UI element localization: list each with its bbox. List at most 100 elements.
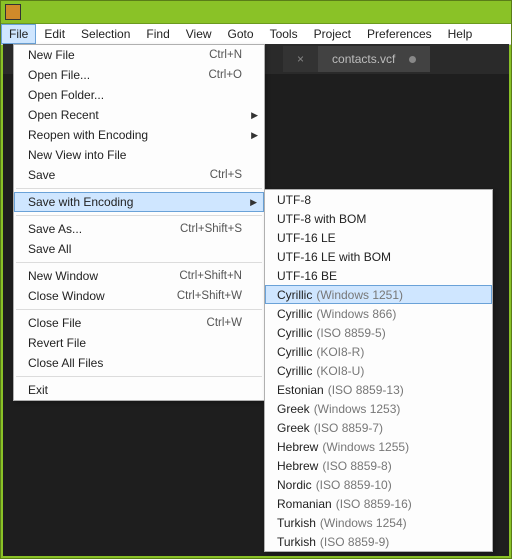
close-icon[interactable]: ×: [297, 52, 304, 66]
menu-item-label: Exit: [28, 383, 48, 397]
encoding-menu-item[interactable]: UTF-8: [265, 190, 492, 209]
encoding-menu-item[interactable]: UTF-8 with BOM: [265, 209, 492, 228]
encoding-dropdown: UTF-8 UTF-8 with BOM UTF-16 LE UTF-16 LE wi…: [264, 189, 493, 552]
file-menu-item[interactable]: SaveCtrl+S: [14, 165, 264, 185]
encoding-label: UTF-16 BE: [277, 269, 337, 283]
app-window: FileEditSelectionFindViewGotoToolsProjec…: [0, 0, 512, 559]
menu-item-label: Open Folder...: [28, 88, 104, 102]
file-menu-item[interactable]: New File Ctrl+N: [14, 45, 264, 65]
menu-view[interactable]: View: [178, 24, 220, 44]
menu-item-label: New File: [28, 48, 75, 62]
encoding-menu-item[interactable]: Cyrillic(ISO 8859-5): [265, 323, 492, 342]
file-menu-item[interactable]: Close Window Ctrl+Shift+W: [14, 286, 264, 306]
encoding-detail: (ISO 8859-5): [316, 326, 385, 340]
encoding-menu-item[interactable]: Estonian(ISO 8859-13): [265, 380, 492, 399]
menu-item-label: Open File...: [28, 68, 90, 82]
encoding-detail: (ISO 8859-16): [336, 497, 412, 511]
menu-item-shortcut: Ctrl+Shift+W: [177, 290, 242, 302]
encoding-label: Cyrillic: [277, 288, 312, 302]
encoding-detail: (Windows 1251): [316, 288, 403, 302]
menu-separator: [16, 376, 262, 377]
encoding-menu-item[interactable]: Cyrillic (Windows 1251): [265, 285, 492, 304]
menu-help[interactable]: Help: [440, 24, 481, 44]
file-menu-item[interactable]: Exit: [14, 380, 264, 400]
encoding-menu-item[interactable]: UTF-16 LE with BOM: [265, 247, 492, 266]
menu-item-label: New Window: [28, 269, 98, 283]
encoding-detail: (Windows 1253): [314, 402, 401, 416]
file-menu-item[interactable]: Close All Files: [14, 353, 264, 373]
menu-find[interactable]: Find: [138, 24, 177, 44]
tab-label: contacts.vcf: [332, 52, 395, 66]
file-menu-item[interactable]: Save As... Ctrl+Shift+S: [14, 219, 264, 239]
menu-item-label: Close Window: [28, 289, 105, 303]
encoding-label: UTF-16 LE: [277, 231, 336, 245]
app-icon: [5, 4, 21, 20]
menu-tools[interactable]: Tools: [262, 24, 306, 44]
encoding-detail: (Windows 1254): [320, 516, 407, 530]
encoding-menu-item[interactable]: UTF-16 BE: [265, 266, 492, 285]
tab-hidden[interactable]: ×: [283, 46, 318, 72]
encoding-menu-item[interactable]: Nordic (ISO 8859-10): [265, 475, 492, 494]
menu-item-shortcut: Ctrl+Shift+S: [180, 223, 242, 235]
menu-item-shortcut: Ctrl+N: [209, 49, 242, 61]
file-menu-item[interactable]: Save All: [14, 239, 264, 259]
menu-preferences[interactable]: Preferences: [359, 24, 440, 44]
encoding-label: Cyrillic: [277, 364, 312, 378]
encoding-label: Cyrillic: [277, 345, 312, 359]
encoding-label: Turkish: [277, 516, 316, 530]
encoding-label: Greek: [277, 402, 310, 416]
encoding-label: Romanian: [277, 497, 332, 511]
encoding-detail: (ISO 8859-9): [320, 535, 389, 549]
encoding-menu-item[interactable]: Turkish (Windows 1254): [265, 513, 492, 532]
tab-contacts[interactable]: contacts.vcf: [318, 46, 430, 72]
file-menu-item[interactable]: Save with Encoding▶: [14, 192, 264, 212]
encoding-label: Cyrillic: [277, 307, 312, 321]
menu-goto[interactable]: Goto: [220, 24, 262, 44]
menu-item-label: Save As...: [28, 222, 82, 236]
menu-item-label: Revert File: [28, 336, 86, 350]
encoding-label: Turkish: [277, 535, 316, 549]
encoding-label: UTF-16 LE with BOM: [277, 250, 391, 264]
menu-separator: [16, 188, 262, 189]
encoding-detail: (ISO 8859-10): [316, 478, 392, 492]
file-menu-item[interactable]: Reopen with Encoding▶: [14, 125, 264, 145]
encoding-label: Hebrew: [277, 459, 318, 473]
encoding-label: Nordic: [277, 478, 312, 492]
file-menu-item[interactable]: Open Folder...: [14, 85, 264, 105]
file-menu-item[interactable]: Close FileCtrl+W: [14, 313, 264, 333]
file-menu-item[interactable]: Open Recent▶: [14, 105, 264, 125]
encoding-menu-item[interactable]: Turkish (ISO 8859-9): [265, 532, 492, 551]
menu-separator: [16, 215, 262, 216]
file-menu-item[interactable]: New View into File: [14, 145, 264, 165]
menu-edit[interactable]: Edit: [36, 24, 73, 44]
menu-selection[interactable]: Selection: [73, 24, 138, 44]
encoding-menu-item[interactable]: UTF-16 LE: [265, 228, 492, 247]
encoding-detail: (ISO 8859-8): [322, 459, 391, 473]
dirty-dot-icon: [409, 56, 416, 63]
encoding-label: Hebrew: [277, 440, 318, 454]
menu-item-label: Save with Encoding: [28, 195, 133, 209]
menu-file[interactable]: File: [1, 24, 36, 44]
menu-item-label: Save: [28, 168, 55, 182]
menubar: FileEditSelectionFindViewGotoToolsProjec…: [1, 24, 511, 45]
menu-item-label: Open Recent: [28, 108, 99, 122]
file-menu-item[interactable]: Revert File: [14, 333, 264, 353]
file-menu-item[interactable]: New Window Ctrl+Shift+N: [14, 266, 264, 286]
file-menu-item[interactable]: Open File...Ctrl+O: [14, 65, 264, 85]
encoding-detail: (ISO 8859-7): [314, 421, 383, 435]
encoding-menu-item[interactable]: Romanian (ISO 8859-16): [265, 494, 492, 513]
encoding-menu-item[interactable]: Greek(ISO 8859-7): [265, 418, 492, 437]
menu-item-shortcut: Ctrl+W: [207, 317, 242, 329]
encoding-menu-item[interactable]: Greek (Windows 1253): [265, 399, 492, 418]
encoding-menu-item[interactable]: Cyrillic(KOI8-R): [265, 342, 492, 361]
menu-separator: [16, 262, 262, 263]
menu-project[interactable]: Project: [306, 24, 359, 44]
encoding-label: UTF-8 with BOM: [277, 212, 366, 226]
encoding-menu-item[interactable]: Hebrew(Windows 1255): [265, 437, 492, 456]
encoding-menu-item[interactable]: Cyrillic (Windows 866): [265, 304, 492, 323]
encoding-menu-item[interactable]: Hebrew (ISO 8859-8): [265, 456, 492, 475]
encoding-detail: (Windows 866): [316, 307, 396, 321]
menu-item-shortcut: Ctrl+Shift+N: [179, 270, 242, 282]
menu-separator: [16, 309, 262, 310]
encoding-menu-item[interactable]: Cyrillic(KOI8-U): [265, 361, 492, 380]
